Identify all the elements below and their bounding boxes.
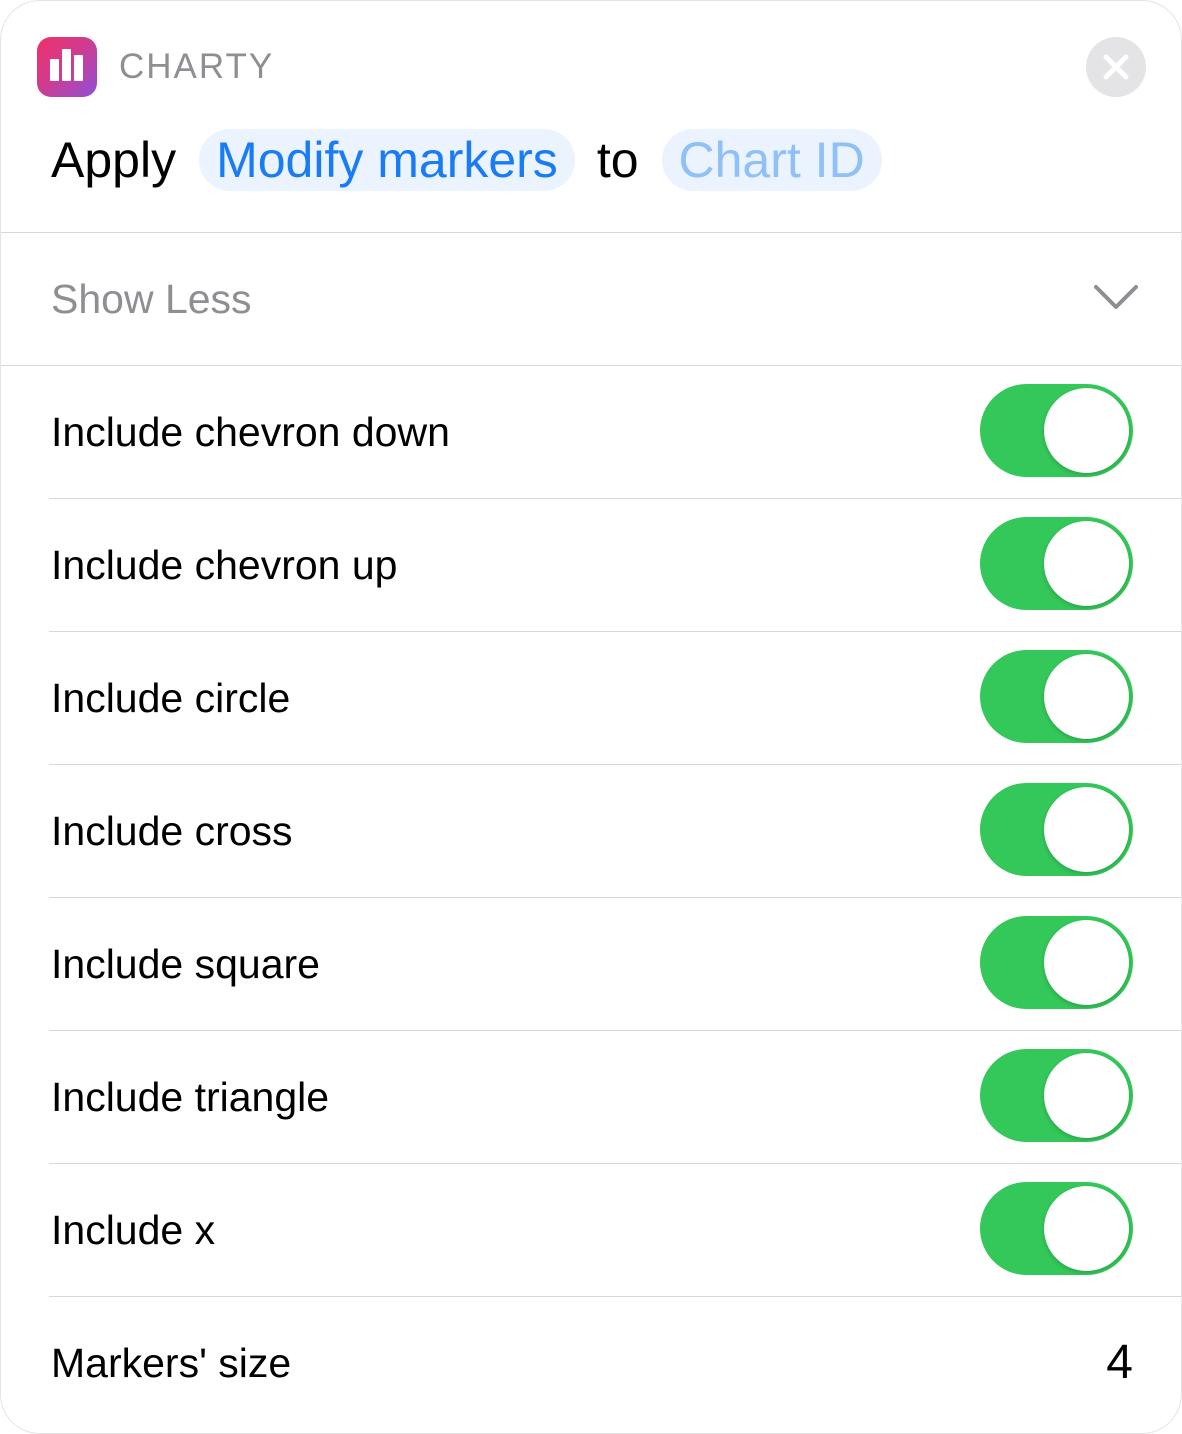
bar-chart-icon	[37, 37, 97, 97]
close-button[interactable]	[1086, 37, 1146, 97]
show-less-label: Show Less	[51, 276, 252, 322]
action-verb: Apply	[51, 132, 177, 188]
chevron-down-icon	[1094, 285, 1138, 309]
app-name: CHARTY	[119, 47, 275, 86]
toggle-knob	[1044, 654, 1129, 739]
include-square-toggle[interactable]	[980, 916, 1133, 1009]
option-row-markers-size: Markers' size 4	[49, 1297, 1181, 1429]
option-row-square: Include square	[49, 898, 1181, 1031]
option-label: Include chevron up	[51, 542, 398, 588]
markers-size-value[interactable]: 4	[1106, 1335, 1133, 1390]
option-label: Include x	[51, 1207, 216, 1253]
include-x-toggle[interactable]	[980, 1182, 1133, 1275]
option-row-circle: Include circle	[49, 632, 1181, 765]
include-chevron-down-toggle[interactable]	[980, 384, 1133, 477]
toggle-knob	[1044, 1053, 1129, 1138]
close-icon	[1103, 54, 1129, 80]
include-cross-toggle[interactable]	[980, 783, 1133, 876]
option-label: Include circle	[51, 675, 291, 721]
show-less-button[interactable]: Show Less	[1, 233, 1181, 366]
include-chevron-up-toggle[interactable]	[980, 517, 1133, 610]
option-row-chevron-down: Include chevron down	[49, 366, 1181, 499]
action-connector: to	[596, 132, 639, 188]
option-label: Include triangle	[51, 1074, 330, 1120]
option-label: Include square	[51, 941, 320, 987]
toggle-knob	[1044, 920, 1129, 1005]
chart-id-parameter[interactable]: Chart ID	[661, 129, 882, 191]
option-row-triangle: Include triangle	[49, 1031, 1181, 1164]
markers-size-label: Markers' size	[51, 1340, 292, 1386]
toggle-knob	[1044, 388, 1129, 473]
include-circle-toggle[interactable]	[980, 650, 1133, 743]
option-row-x: Include x	[49, 1164, 1181, 1297]
toggle-knob	[1044, 787, 1129, 872]
action-summary: Apply Modify markers to Chart ID	[51, 129, 882, 191]
options-list: Include chevron down Include chevron up …	[1, 366, 1181, 1429]
action-header: CHARTY Apply Modify markers to Chart ID	[1, 1, 1181, 233]
toggle-knob	[1044, 521, 1129, 606]
action-card: CHARTY Apply Modify markers to Chart ID …	[0, 0, 1182, 1434]
option-row-cross: Include cross	[49, 765, 1181, 898]
action-token[interactable]: Modify markers	[199, 129, 575, 191]
include-triangle-toggle[interactable]	[980, 1049, 1133, 1142]
option-row-chevron-up: Include chevron up	[49, 499, 1181, 632]
option-label: Include cross	[51, 808, 293, 854]
option-label: Include chevron down	[51, 409, 450, 455]
toggle-knob	[1044, 1186, 1129, 1271]
